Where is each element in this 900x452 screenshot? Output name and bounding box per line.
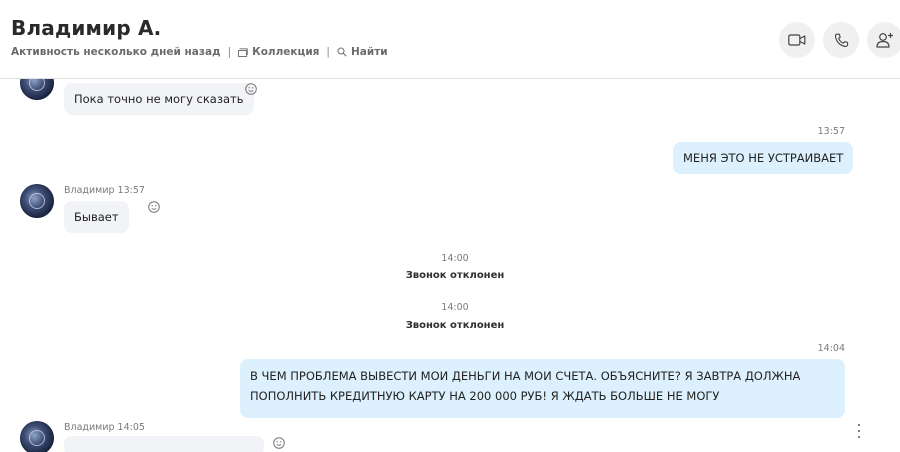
outgoing-message-bubble[interactable]: МЕНЯ ЭТО НЕ УСТРАИВАЕТ <box>673 142 854 174</box>
more-options-icon[interactable] <box>855 424 863 438</box>
message-text-line: В ЧЕМ ПРОБЛЕМА ВЫВЕСТИ МОИ ДЕНЬГИ НА МОИ… <box>250 369 801 383</box>
smiley-reaction-icon[interactable] <box>245 83 257 95</box>
search-label: Найти <box>350 46 388 58</box>
smiley-reaction-icon[interactable] <box>148 201 160 213</box>
add-person-icon <box>876 32 894 48</box>
activity-status: Активность несколько дней назад <box>11 46 221 58</box>
incoming-message-bubble[interactable]: Пока точно не могу сказать <box>64 83 254 115</box>
search-link[interactable]: Найти <box>337 46 388 58</box>
video-camera-icon <box>788 34 806 46</box>
message-text-line: ПОПОЛНИТЬ КРЕДИТНУЮ КАРТУ НА 200 000 РУБ… <box>250 389 720 403</box>
avatar[interactable] <box>20 79 54 100</box>
gallery-label: Коллекция <box>252 46 320 58</box>
avatar[interactable] <box>20 421 54 452</box>
smiley-reaction-icon[interactable] <box>273 437 285 449</box>
phone-icon <box>834 33 849 48</box>
gallery-link[interactable]: Коллекция <box>238 46 319 58</box>
audio-call-button[interactable] <box>823 22 859 58</box>
chat-header: Владимир А. Активность несколько дней на… <box>0 0 900 79</box>
call-declined-notice: Звонок отклонен <box>405 270 505 281</box>
contact-subtitle: Активность несколько дней назад | Коллек… <box>11 46 388 58</box>
contact-name[interactable]: Владимир А. <box>11 16 161 40</box>
incoming-message-bubble[interactable] <box>64 436 264 452</box>
video-call-button[interactable] <box>779 22 815 58</box>
call-declined-notice: Звонок отклонен <box>405 320 505 331</box>
call-event-time: 14:00 <box>441 302 469 313</box>
search-icon <box>337 47 347 57</box>
separator: | <box>326 46 330 58</box>
avatar[interactable] <box>20 184 54 218</box>
outgoing-message-bubble[interactable]: В ЧЕМ ПРОБЛЕМА ВЫВЕСТИ МОИ ДЕНЬГИ НА МОИ… <box>240 359 845 418</box>
message-time: 13:57 <box>817 126 845 137</box>
message-author-time: Владимир 14:05 <box>64 422 145 433</box>
message-list[interactable]: Пока точно не могу сказать 13:57 МЕНЯ ЭТ… <box>0 79 900 452</box>
separator: | <box>227 46 232 58</box>
add-people-button[interactable] <box>867 22 900 58</box>
incoming-message-bubble[interactable]: Бывает <box>64 201 129 233</box>
message-time: 14:04 <box>817 343 845 354</box>
message-author-time: Владимир 13:57 <box>64 185 145 196</box>
call-event-time: 14:00 <box>441 253 469 264</box>
gallery-icon <box>238 47 248 57</box>
